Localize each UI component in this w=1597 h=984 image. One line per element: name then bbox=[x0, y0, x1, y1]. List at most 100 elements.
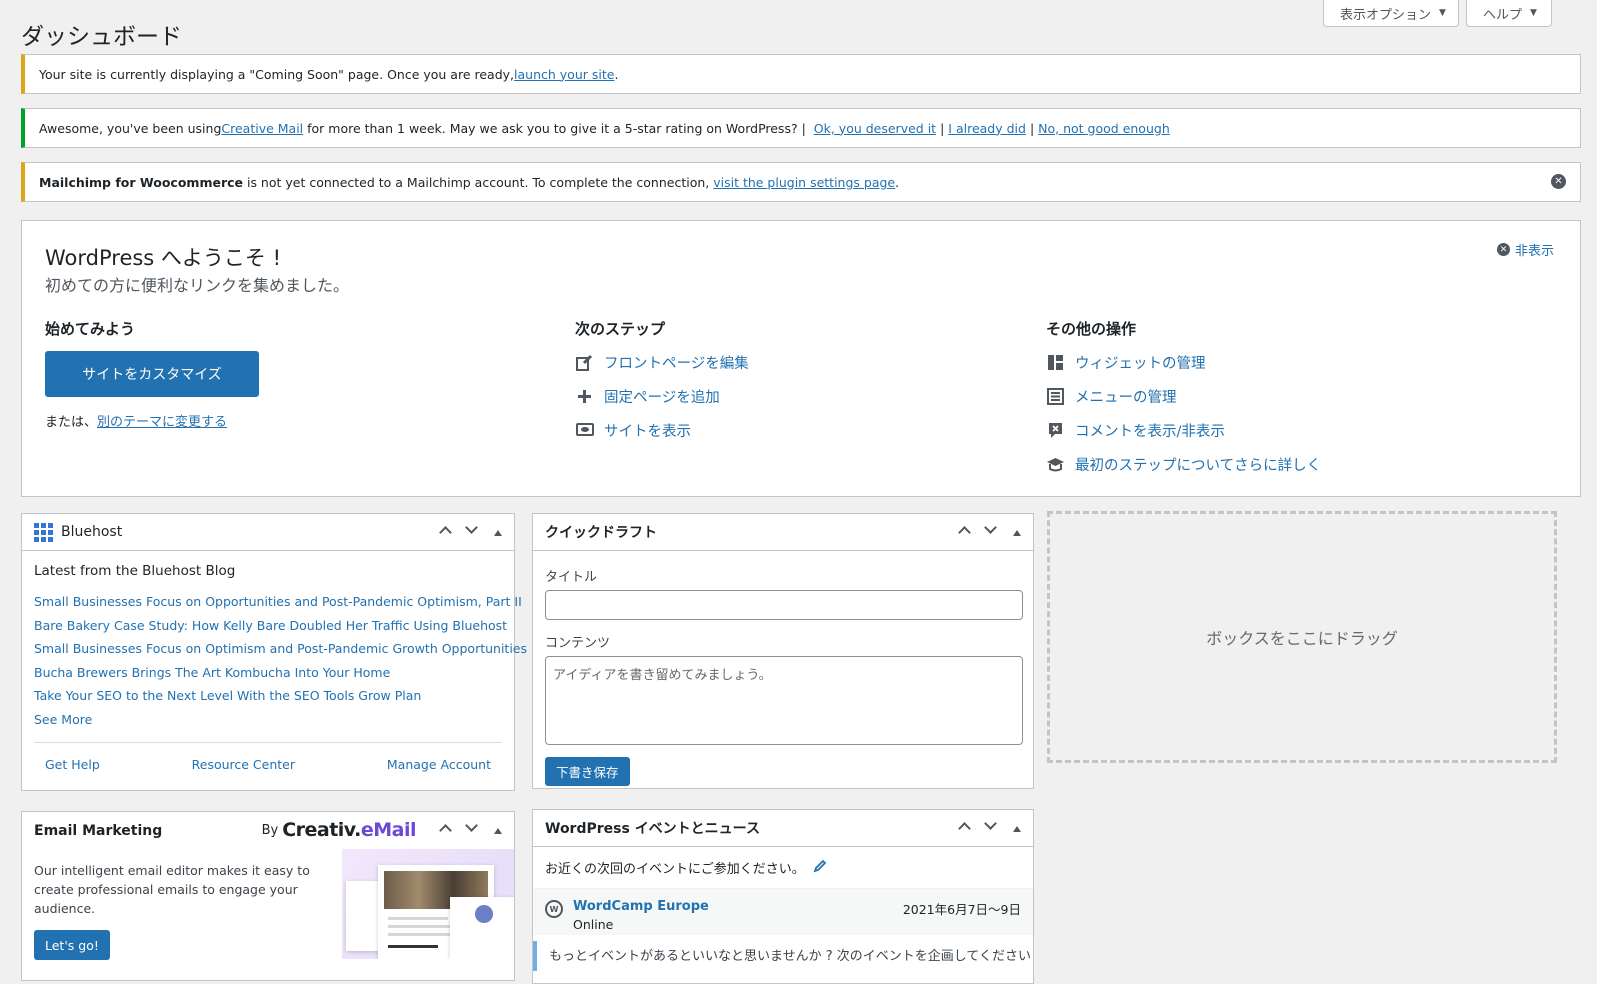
email-marketing-description: Our intelligent email editor makes it ea… bbox=[34, 863, 310, 916]
manage-menus-link[interactable]: メニューの管理 bbox=[1046, 379, 1321, 413]
caret-down-icon: ▼ bbox=[1530, 8, 1537, 18]
widget-header[interactable]: Email Marketing By Creativ.eMail bbox=[22, 812, 514, 849]
alt-prefix: または、 bbox=[45, 415, 98, 430]
bluehost-logo-icon bbox=[34, 522, 53, 542]
edit-front-page-link[interactable]: フロントページを編集 bbox=[575, 345, 749, 379]
move-up-icon[interactable] bbox=[437, 821, 454, 839]
change-theme-line: または、別のテーマに変更する bbox=[45, 411, 259, 430]
hide-label: 非表示 bbox=[1514, 244, 1554, 259]
widget-controls bbox=[437, 514, 506, 550]
collapse-toggle-icon[interactable] bbox=[489, 525, 506, 540]
link-label: コメントを表示/非表示 bbox=[1075, 423, 1225, 440]
move-down-icon[interactable] bbox=[463, 521, 480, 541]
draft-title-input[interactable] bbox=[545, 590, 1023, 620]
widgets-icon bbox=[1046, 353, 1065, 372]
get-help-link[interactable]: Get Help bbox=[45, 757, 100, 772]
launch-site-link[interactable]: launch your site bbox=[514, 67, 614, 82]
blog-post-link[interactable]: Small Businesses Focus on Opportunities … bbox=[34, 590, 522, 614]
draft-content-textarea[interactable]: アイディアを書き留めてみましょう。 bbox=[545, 656, 1023, 745]
events-note: もっとイベントがあるといいなと思いませんか ? 次のイベントを企画してください … bbox=[533, 941, 1033, 971]
email-template-preview-image bbox=[342, 849, 514, 959]
already-rated-link[interactable]: I already did bbox=[948, 121, 1026, 136]
events-intro-text: お近くの次回のイベントにご参加ください。 bbox=[545, 862, 805, 877]
collapse-toggle-icon[interactable] bbox=[1008, 821, 1025, 836]
plugin-settings-link[interactable]: visit the plugin settings page bbox=[713, 175, 895, 190]
widget-title: クイックドラフト bbox=[545, 525, 657, 541]
column-heading: 次のステップ bbox=[575, 320, 666, 338]
blog-post-link[interactable]: Bucha Brewers Brings The Art Kombucha In… bbox=[34, 661, 502, 685]
events-intro: お近くの次回のイベントにご参加ください。 bbox=[533, 847, 1033, 889]
move-down-icon[interactable] bbox=[982, 817, 999, 837]
widget-header[interactable]: WordPress イベントとニュース bbox=[533, 810, 1033, 847]
blog-post-link[interactable]: Take Your SEO to the Next Level With the… bbox=[34, 684, 502, 708]
move-down-icon[interactable] bbox=[463, 819, 480, 839]
notice-plugin-name: Mailchimp for Woocommerce bbox=[39, 174, 243, 190]
widget-body: Latest from the Bluehost Blog Small Busi… bbox=[22, 551, 527, 732]
move-up-icon[interactable] bbox=[956, 523, 973, 541]
widget-controls bbox=[437, 812, 506, 848]
customize-site-button[interactable]: サイトをカスタマイズ bbox=[45, 351, 259, 397]
widget-title: Email Marketing bbox=[34, 822, 163, 839]
notice-suffix: . bbox=[614, 66, 619, 82]
welcome-hide-link[interactable]: ✕ 非表示 bbox=[1496, 240, 1554, 259]
move-down-icon[interactable] bbox=[982, 521, 999, 541]
event-type: Online bbox=[573, 917, 614, 932]
lets-go-button[interactable]: Let's go! bbox=[34, 930, 110, 960]
blog-post-link[interactable]: Small Businesses Focus on Optimism and P… bbox=[34, 637, 527, 661]
by-label: By bbox=[261, 822, 279, 838]
see-more-link[interactable]: See More bbox=[34, 708, 502, 732]
manage-account-link[interactable]: Manage Account bbox=[387, 757, 491, 772]
save-draft-button[interactable]: 下書き保存 bbox=[545, 757, 630, 786]
comments-icon bbox=[1046, 421, 1065, 440]
screen-options-label: 表示オプション bbox=[1340, 7, 1432, 23]
notice-suffix: . bbox=[895, 174, 900, 190]
edit-icon bbox=[575, 353, 594, 372]
widget-drop-zone[interactable]: ボックスをここにドラッグ bbox=[1047, 511, 1557, 763]
event-item: W WordCamp Europe Online 2021年6月7日〜9日 bbox=[533, 889, 1033, 935]
caret-down-icon: ▼ bbox=[1439, 8, 1446, 18]
separator: | bbox=[940, 120, 945, 136]
link-label: サイトを表示 bbox=[604, 423, 691, 440]
creative-mail-link[interactable]: Creative Mail bbox=[221, 121, 303, 136]
widget-header[interactable]: Bluehost bbox=[22, 514, 514, 551]
bluehost-widget: Bluehost Latest from the Bluehost Blog S… bbox=[21, 513, 527, 791]
mailchimp-notice: Mailchimp for Woocommerce is not yet con… bbox=[21, 162, 1581, 202]
collapse-toggle-icon[interactable] bbox=[489, 823, 506, 838]
rate-yes-link[interactable]: Ok, you deserved it bbox=[814, 121, 936, 136]
screen-options-button[interactable]: 表示オプション ▼ bbox=[1323, 0, 1459, 27]
link-label: 最初のステップについてさらに詳しく bbox=[1075, 457, 1322, 474]
move-up-icon[interactable] bbox=[437, 523, 454, 541]
quick-draft-widget: クイックドラフト タイトル コンテンツ アイディアを書き留めてみましょう。 下書… bbox=[532, 513, 1034, 789]
coming-soon-notice: Your site is currently displaying a "Com… bbox=[21, 54, 1581, 94]
pencil-icon[interactable] bbox=[813, 859, 827, 877]
blog-post-link[interactable]: Bare Bakery Case Study: How Kelly Bare D… bbox=[34, 614, 507, 638]
dismiss-icon[interactable]: ✕ bbox=[1551, 174, 1566, 189]
bluehost-blog-heading: Latest from the Bluehost Blog bbox=[34, 563, 236, 579]
resource-center-link[interactable]: Resource Center bbox=[192, 757, 295, 772]
manage-widgets-link[interactable]: ウィジェットの管理 bbox=[1046, 345, 1321, 379]
learn-more-link[interactable]: 最初のステップについてさらに詳しく bbox=[1046, 447, 1321, 481]
help-button[interactable]: ヘルプ ▼ bbox=[1466, 0, 1552, 27]
add-page-link[interactable]: 固定ページを追加 bbox=[575, 379, 749, 413]
view-site-link[interactable]: サイトを表示 bbox=[575, 413, 749, 447]
email-marketing-widget: Email Marketing By Creativ.eMail Our int… bbox=[21, 811, 515, 981]
notice-text: Awesome, you've been using bbox=[39, 120, 222, 136]
plus-icon bbox=[575, 387, 594, 406]
collapse-toggle-icon[interactable] bbox=[1008, 525, 1025, 540]
event-date: 2021年6月7日〜9日 bbox=[902, 902, 1021, 917]
welcome-about: 初めての方に便利なリンクを集めました。 bbox=[45, 276, 350, 295]
rate-no-link[interactable]: No, not good enough bbox=[1038, 121, 1170, 136]
move-up-icon[interactable] bbox=[956, 819, 973, 837]
menu-icon bbox=[1046, 387, 1065, 406]
notice-text: Your site is currently displaying a "Com… bbox=[39, 66, 515, 82]
page-title: ダッシュボード bbox=[21, 24, 182, 50]
widget-header[interactable]: クイックドラフト bbox=[533, 514, 1033, 551]
welcome-column-more-actions: その他の操作 ウィジェットの管理 メニューの管理 コメントを表示/非表示 最初の… bbox=[1046, 318, 1321, 481]
widget-title: WordPress イベントとニュース bbox=[545, 821, 760, 837]
widget-controls bbox=[956, 514, 1025, 550]
widget-controls bbox=[956, 810, 1025, 846]
event-name-link[interactable]: WordCamp Europe bbox=[573, 899, 709, 914]
change-theme-link[interactable]: 別のテーマに変更する bbox=[97, 415, 227, 430]
toggle-comments-link[interactable]: コメントを表示/非表示 bbox=[1046, 413, 1321, 447]
welcome-column-next-steps: 次のステップ フロントページを編集 固定ページを追加 サイトを表示 bbox=[575, 318, 749, 447]
